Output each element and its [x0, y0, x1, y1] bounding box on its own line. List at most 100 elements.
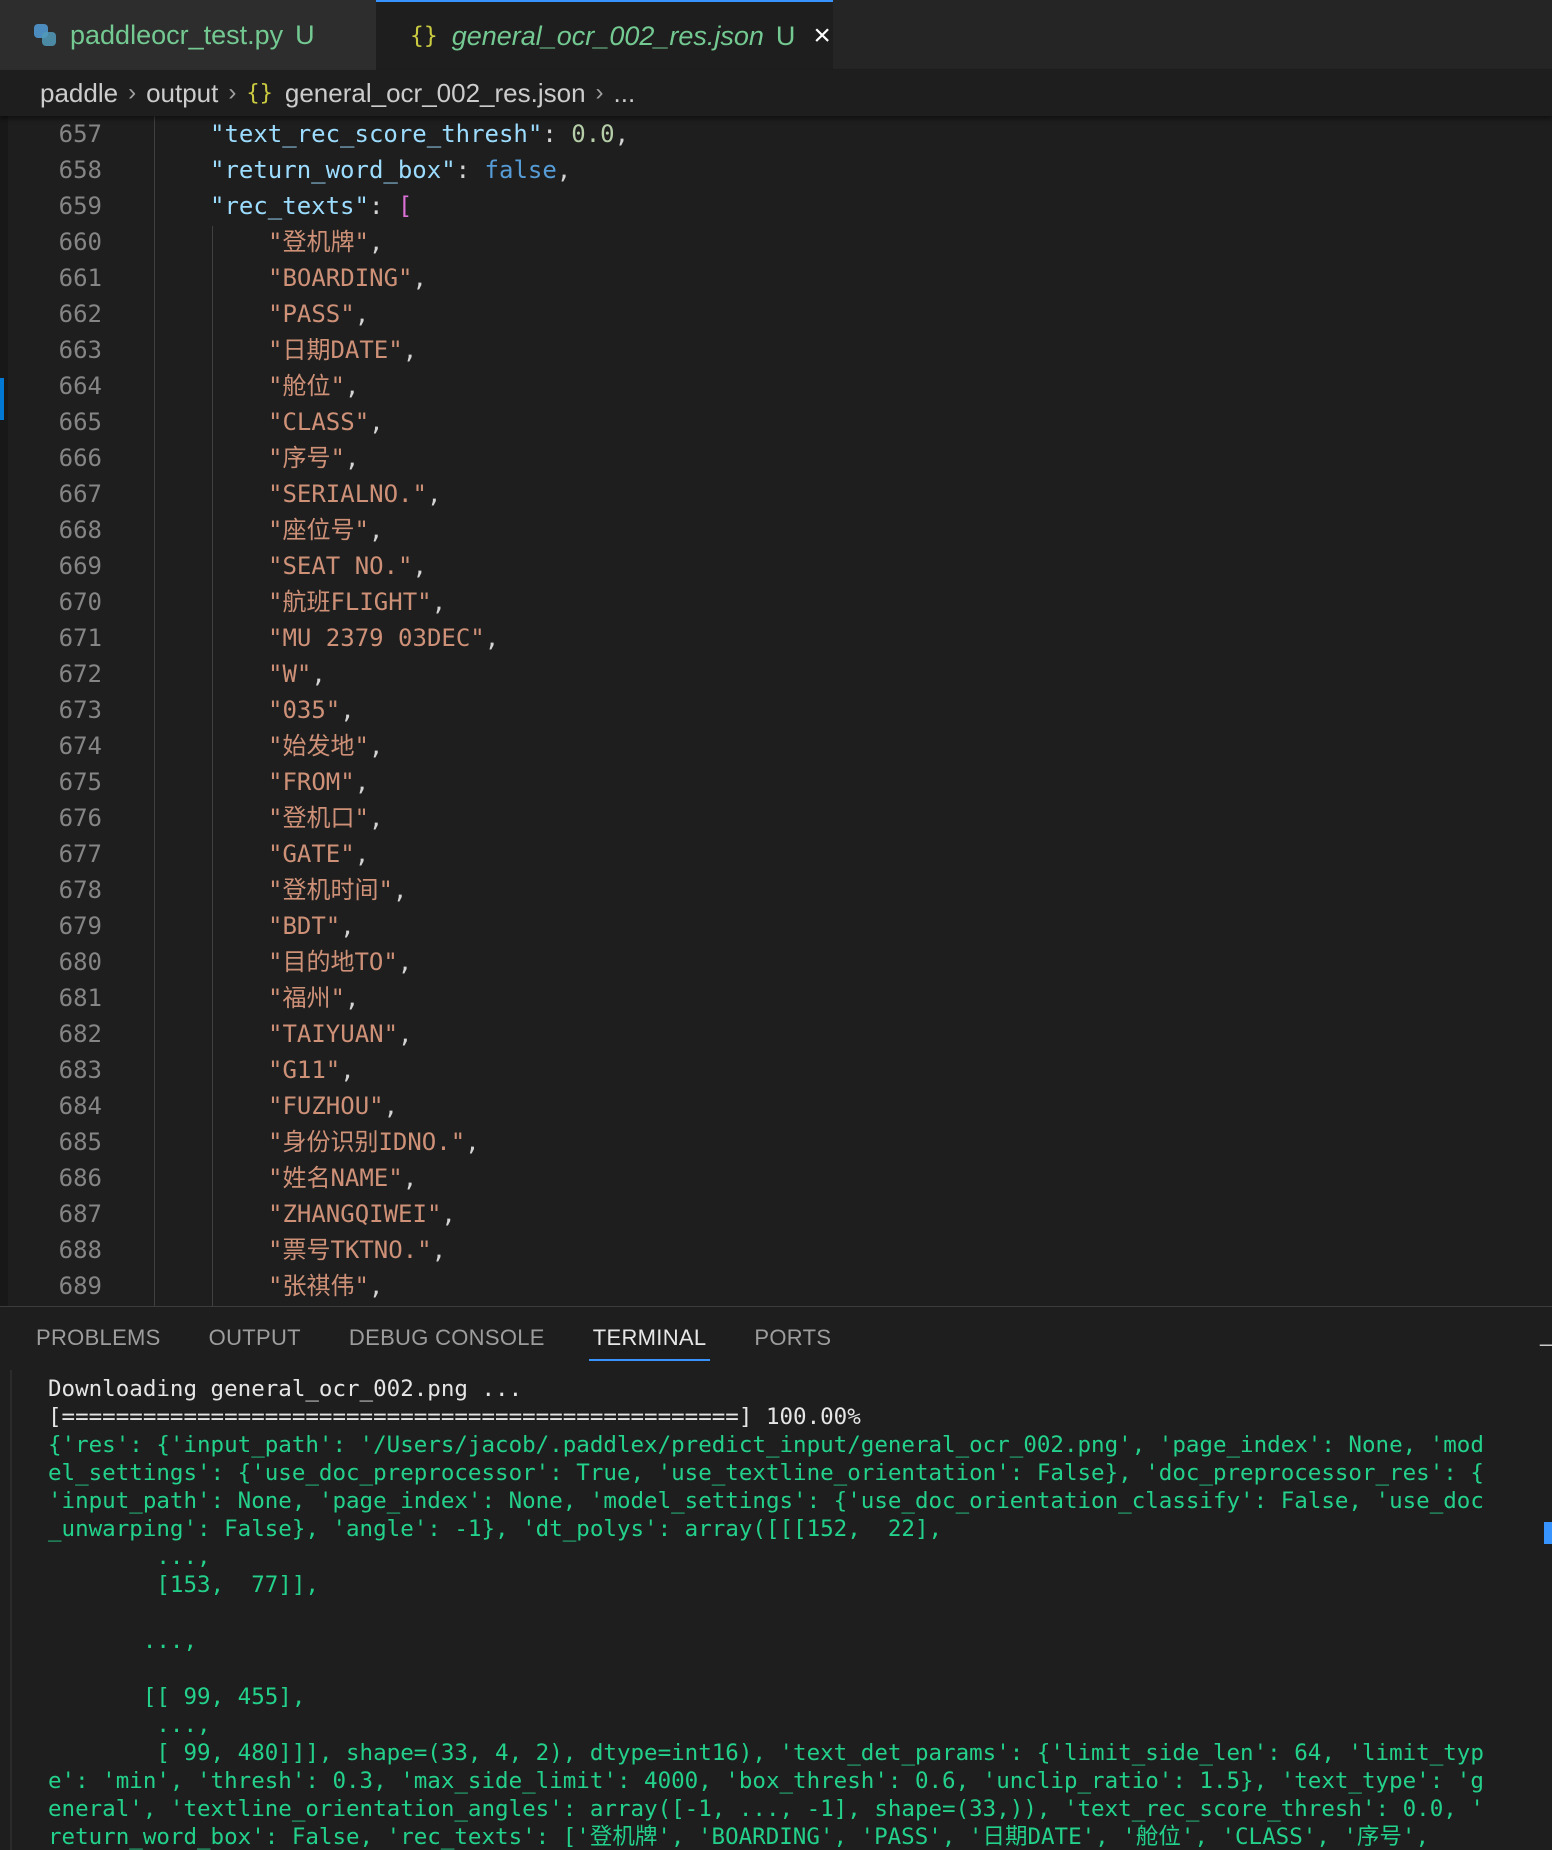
code-line[interactable]: 669 "SEAT NO.", [0, 548, 1552, 584]
python-file-icon [34, 24, 56, 46]
tab-ports[interactable]: PORTS [754, 1307, 831, 1369]
tab-general-ocr-002-res-json[interactable]: {} general_ocr_002_res.json U × [376, 0, 833, 70]
tab-problems[interactable]: PROBLEMS [36, 1307, 161, 1369]
json-string: "G11" [268, 1056, 341, 1084]
code-line[interactable]: 662 "PASS", [0, 296, 1552, 332]
code-content: "登机口", [268, 800, 383, 836]
terminal-line: [153, 77]], [48, 1572, 319, 1598]
json-punctuation: , [354, 840, 370, 868]
json-string: "登机时间" [268, 876, 393, 904]
panel-more-icon[interactable]: – [1540, 1331, 1552, 1357]
code-content: "TAIYUAN", [268, 1016, 413, 1052]
code-line[interactable]: 679 "BDT", [0, 908, 1552, 944]
tab-terminal[interactable]: TERMINAL [588, 1307, 711, 1369]
terminal-output[interactable]: Downloading general_ocr_002.png ... [====… [48, 1375, 1538, 1850]
json-punctuation: , [368, 228, 384, 256]
code-content: "MU 2379 03DEC", [268, 620, 499, 656]
code-content: "rec_texts": [ [210, 188, 412, 224]
json-string: "TAIYUAN" [268, 1020, 399, 1048]
terminal-line: el_settings': {'use_doc_preprocessor': T… [48, 1460, 1484, 1486]
code-line[interactable]: 677 "GATE", [0, 836, 1552, 872]
json-string: "SERIALNO." [268, 480, 427, 508]
code-line[interactable]: 664 "舱位", [0, 368, 1552, 404]
terminal-line: 'input_path': None, 'page_index': None, … [48, 1488, 1484, 1514]
tab-output[interactable]: OUTPUT [209, 1307, 301, 1369]
code-line[interactable]: 659 "rec_texts": [ [0, 188, 1552, 224]
json-string: "GATE" [268, 840, 355, 868]
code-line[interactable]: 688 "票号TKTNO.", [0, 1232, 1552, 1268]
breadcrumb-item-paddle[interactable]: paddle [40, 78, 118, 109]
line-number: 673 [58, 696, 102, 724]
tab-paddleocr-test-py[interactable]: paddleocr_test.py U [0, 0, 376, 70]
code-line[interactable]: 684 "FUZHOU", [0, 1088, 1552, 1124]
code-line[interactable]: 680 "目的地TO", [0, 944, 1552, 980]
json-punctuation: , [368, 732, 384, 760]
code-content: "航班FLIGHT", [268, 584, 446, 620]
code-line[interactable]: 660 "登机牌", [0, 224, 1552, 260]
json-string: "035" [268, 696, 341, 724]
terminal-scrollbar-marker[interactable] [1544, 1522, 1552, 1544]
code-line[interactable]: 675 "FROM", [0, 764, 1552, 800]
code-content: "SERIALNO.", [268, 476, 441, 512]
breadcrumb-item-output[interactable]: output [146, 78, 218, 109]
code-line[interactable]: 658 "return_word_box": false, [0, 152, 1552, 188]
code-line[interactable]: 678 "登机时间", [0, 872, 1552, 908]
breadcrumb-item-file[interactable]: general_ocr_002_res.json [285, 78, 586, 109]
json-value: 0.0 [571, 120, 615, 148]
code-line[interactable]: 681 "福州", [0, 980, 1552, 1016]
code-content: "W", [268, 656, 326, 692]
code-line[interactable]: 670 "航班FLIGHT", [0, 584, 1552, 620]
line-number: 686 [58, 1164, 102, 1192]
json-string: "MU 2379 03DEC" [268, 624, 485, 652]
json-punctuation: , [368, 804, 384, 832]
code-content: "票号TKTNO.", [268, 1232, 446, 1268]
panel-tab-bar: PROBLEMS OUTPUT DEBUG CONSOLE TERMINAL PORTS [0, 1307, 1552, 1369]
json-string: "始发地" [268, 732, 369, 760]
code-line[interactable]: 657 "text_rec_score_thresh": 0.0, [0, 116, 1552, 152]
line-number: 661 [58, 264, 102, 292]
json-string: "日期DATE" [268, 336, 403, 364]
json-punctuation: , [397, 948, 413, 976]
code-line[interactable]: 668 "座位号", [0, 512, 1552, 548]
code-line[interactable]: 687 "ZHANGQIWEI", [0, 1196, 1552, 1232]
code-line[interactable]: 666 "序号", [0, 440, 1552, 476]
breadcrumb-item-symbol[interactable]: ... [614, 78, 636, 109]
code-line[interactable]: 674 "始发地", [0, 728, 1552, 764]
terminal-line: [[ 99, 455], [48, 1684, 306, 1710]
code-content: "SEAT NO.", [268, 548, 427, 584]
json-punctuation: , [369, 408, 384, 436]
code-line[interactable]: 671 "MU 2379 03DEC", [0, 620, 1552, 656]
line-number: 675 [58, 768, 102, 796]
editor-tab-bar: paddleocr_test.py U {} general_ocr_002_r… [0, 0, 1552, 70]
code-line[interactable]: 682 "TAIYUAN", [0, 1016, 1552, 1052]
json-punctuation: , [441, 1200, 456, 1228]
code-line[interactable]: 685 "身份识别IDNO.", [0, 1124, 1552, 1160]
code-line[interactable]: 686 "姓名NAME", [0, 1160, 1552, 1196]
json-punctuation: , [412, 264, 427, 292]
line-number: 682 [58, 1020, 102, 1048]
close-icon[interactable]: × [813, 19, 831, 53]
json-punctuation: , [398, 1020, 413, 1048]
code-line[interactable]: 683 "G11", [0, 1052, 1552, 1088]
code-line[interactable]: 661 "BOARDING", [0, 260, 1552, 296]
json-punctuation: , [368, 1272, 384, 1300]
line-number: 684 [58, 1092, 102, 1120]
json-string: "福州" [268, 984, 345, 1012]
code-line[interactable]: 673 "035", [0, 692, 1552, 728]
line-number: 669 [58, 552, 102, 580]
json-string: "CLASS" [268, 408, 370, 436]
code-line[interactable]: 663 "日期DATE", [0, 332, 1552, 368]
tab-debug-console[interactable]: DEBUG CONSOLE [349, 1307, 545, 1369]
code-line[interactable]: 667 "SERIALNO.", [0, 476, 1552, 512]
code-content: "G11", [268, 1052, 355, 1088]
json-key: "return_word_box" [210, 156, 456, 184]
code-line[interactable]: 689 "张祺伟", [0, 1268, 1552, 1304]
code-line[interactable]: 672 "W", [0, 656, 1552, 692]
code-content: "GATE", [268, 836, 369, 872]
json-punctuation: , [311, 660, 326, 688]
json-punctuation: , [383, 1092, 399, 1120]
code-editor[interactable]: 657 "text_rec_score_thresh": 0.0, 658 "retu… [0, 116, 1552, 1306]
code-line[interactable]: 676 "登机口", [0, 800, 1552, 836]
code-line[interactable]: 665 "CLASS", [0, 404, 1552, 440]
